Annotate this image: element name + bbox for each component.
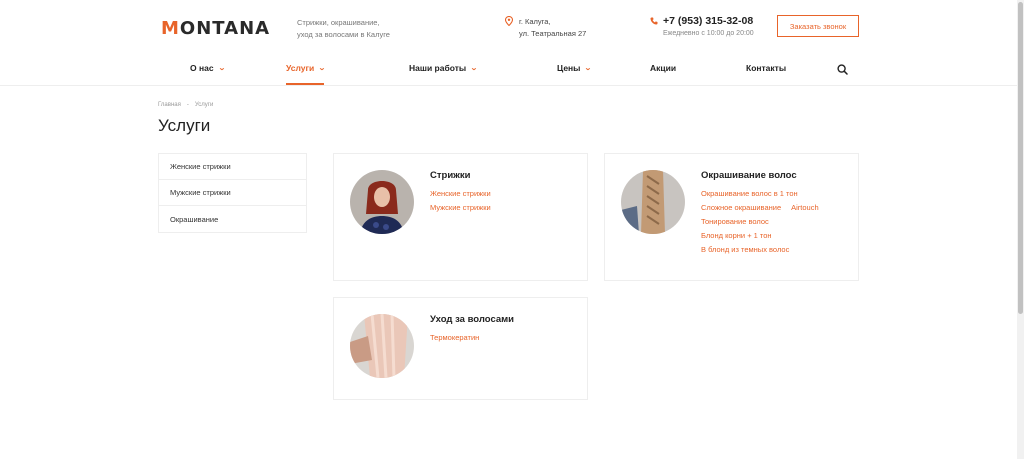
nav-item-label: О нас [190, 63, 214, 73]
link-complex-coloring[interactable]: Сложное окрашивание [701, 201, 781, 215]
card-title: Уход за волосами [430, 314, 515, 325]
logo[interactable]: MONTANA [161, 16, 270, 40]
nav-item-contacts[interactable]: Контакты [746, 63, 786, 73]
sidebar-item-coloring[interactable]: Окрашивание [159, 206, 306, 232]
service-card-coloring: Окрашивание волос Окрашивание волос в 1 … [604, 153, 859, 281]
tagline-line1: Стрижки, окрашивание, [297, 18, 380, 27]
breadcrumb-current: Услуги [194, 102, 214, 108]
nav-item-label: Контакты [746, 63, 787, 73]
phone-block: +7 (953) 315-32-08 Ежедневно с 10:00 до … [650, 15, 754, 37]
page-title: Услуги [158, 116, 211, 135]
phone-number[interactable]: +7 (953) 315-32-08 [663, 15, 753, 27]
address-line1: г. Калуга, [519, 17, 551, 26]
service-card-hair-care: Уход за волосами Термокератин [333, 297, 588, 400]
link-mens-haircuts[interactable]: Мужские стрижки [430, 201, 491, 215]
tagline-line2: уход за волосами в Калуге [297, 30, 390, 39]
service-card-haircuts: Стрижки Женские стрижки Мужские стрижки [333, 153, 588, 281]
breadcrumb-home[interactable]: Главная [158, 102, 181, 108]
sidebar-item-womens-haircuts[interactable]: Женские стрижки [159, 154, 306, 180]
nav-item-services[interactable]: Услуги ⌄ [286, 63, 327, 73]
sidebar-menu: Женские стрижки Мужские стрижки Окрашива… [158, 153, 307, 233]
link-coloring-one-tone[interactable]: Окрашивание волос в 1 тон [701, 187, 819, 201]
breadcrumb-separator: - [186, 102, 189, 108]
card-links: Окрашивание волос в 1 тон Сложное окраши… [701, 187, 819, 257]
link-toning[interactable]: Тонирование волос [701, 215, 819, 229]
link-row: Сложное окрашивание Airtouch [701, 201, 819, 215]
active-nav-underline [286, 83, 324, 85]
page-scrollbar[interactable] [1017, 0, 1024, 459]
nav-item-about[interactable]: О нас ⌄ [190, 63, 226, 73]
card-links: Термокератин [430, 331, 479, 345]
address: г. Калуга, ул. Театральная 27 [505, 16, 586, 40]
nav-item-prices[interactable]: Цены ⌄ [557, 63, 593, 73]
haircuts-photo[interactable] [350, 170, 414, 234]
request-call-button[interactable]: Заказать звонок [777, 15, 859, 37]
chevron-down-icon: ⌄ [470, 65, 478, 72]
tagline: Стрижки, окрашивание, уход за волосами в… [297, 17, 407, 41]
logo-rest: ONTANA [179, 17, 271, 39]
chevron-down-icon: ⌄ [217, 65, 226, 72]
nav-item-label: Наши работы [409, 63, 467, 73]
coloring-photo[interactable] [621, 170, 685, 234]
location-pin-icon [505, 16, 513, 26]
phone-icon [650, 17, 658, 25]
link-blonde-from-dark[interactable]: В блонд из темных волос [701, 243, 819, 257]
address-line2: ул. Театральная 27 [519, 29, 587, 38]
card-title: Стрижки [430, 170, 471, 181]
breadcrumb: Главная - Услуги [158, 102, 213, 108]
sidebar-item-mens-haircuts[interactable]: Мужские стрижки [159, 180, 306, 206]
logo-text: MONTANA [161, 17, 271, 39]
nav-item-label: Акции [650, 63, 677, 73]
link-airtouch[interactable]: Airtouch [791, 201, 819, 215]
nav-item-label: Услуги [286, 63, 315, 73]
working-hours: Ежедневно с 10:00 до 20:00 [663, 30, 754, 37]
nav-item-label: Цены [557, 63, 581, 73]
nav-item-works[interactable]: Наши работы ⌄ [409, 63, 478, 73]
card-links: Женские стрижки Мужские стрижки [430, 187, 491, 215]
nav-item-promotions[interactable]: Акции [650, 63, 676, 73]
scrollbar-thumb[interactable] [1018, 2, 1023, 314]
card-title: Окрашивание волос [701, 170, 797, 181]
chevron-down-icon: ⌄ [318, 65, 327, 72]
main-nav: О нас ⌄ Услуги ⌄ Наши работы ⌄ Цены ⌄ Ак… [0, 56, 1017, 86]
search-icon[interactable] [837, 64, 848, 75]
link-womens-haircuts[interactable]: Женские стрижки [430, 187, 491, 201]
hair-care-photo[interactable] [350, 314, 414, 378]
link-thermokeratin[interactable]: Термокератин [430, 331, 479, 345]
chevron-down-icon: ⌄ [584, 65, 593, 72]
link-blonde-roots[interactable]: Блонд корни + 1 тон [701, 229, 819, 243]
